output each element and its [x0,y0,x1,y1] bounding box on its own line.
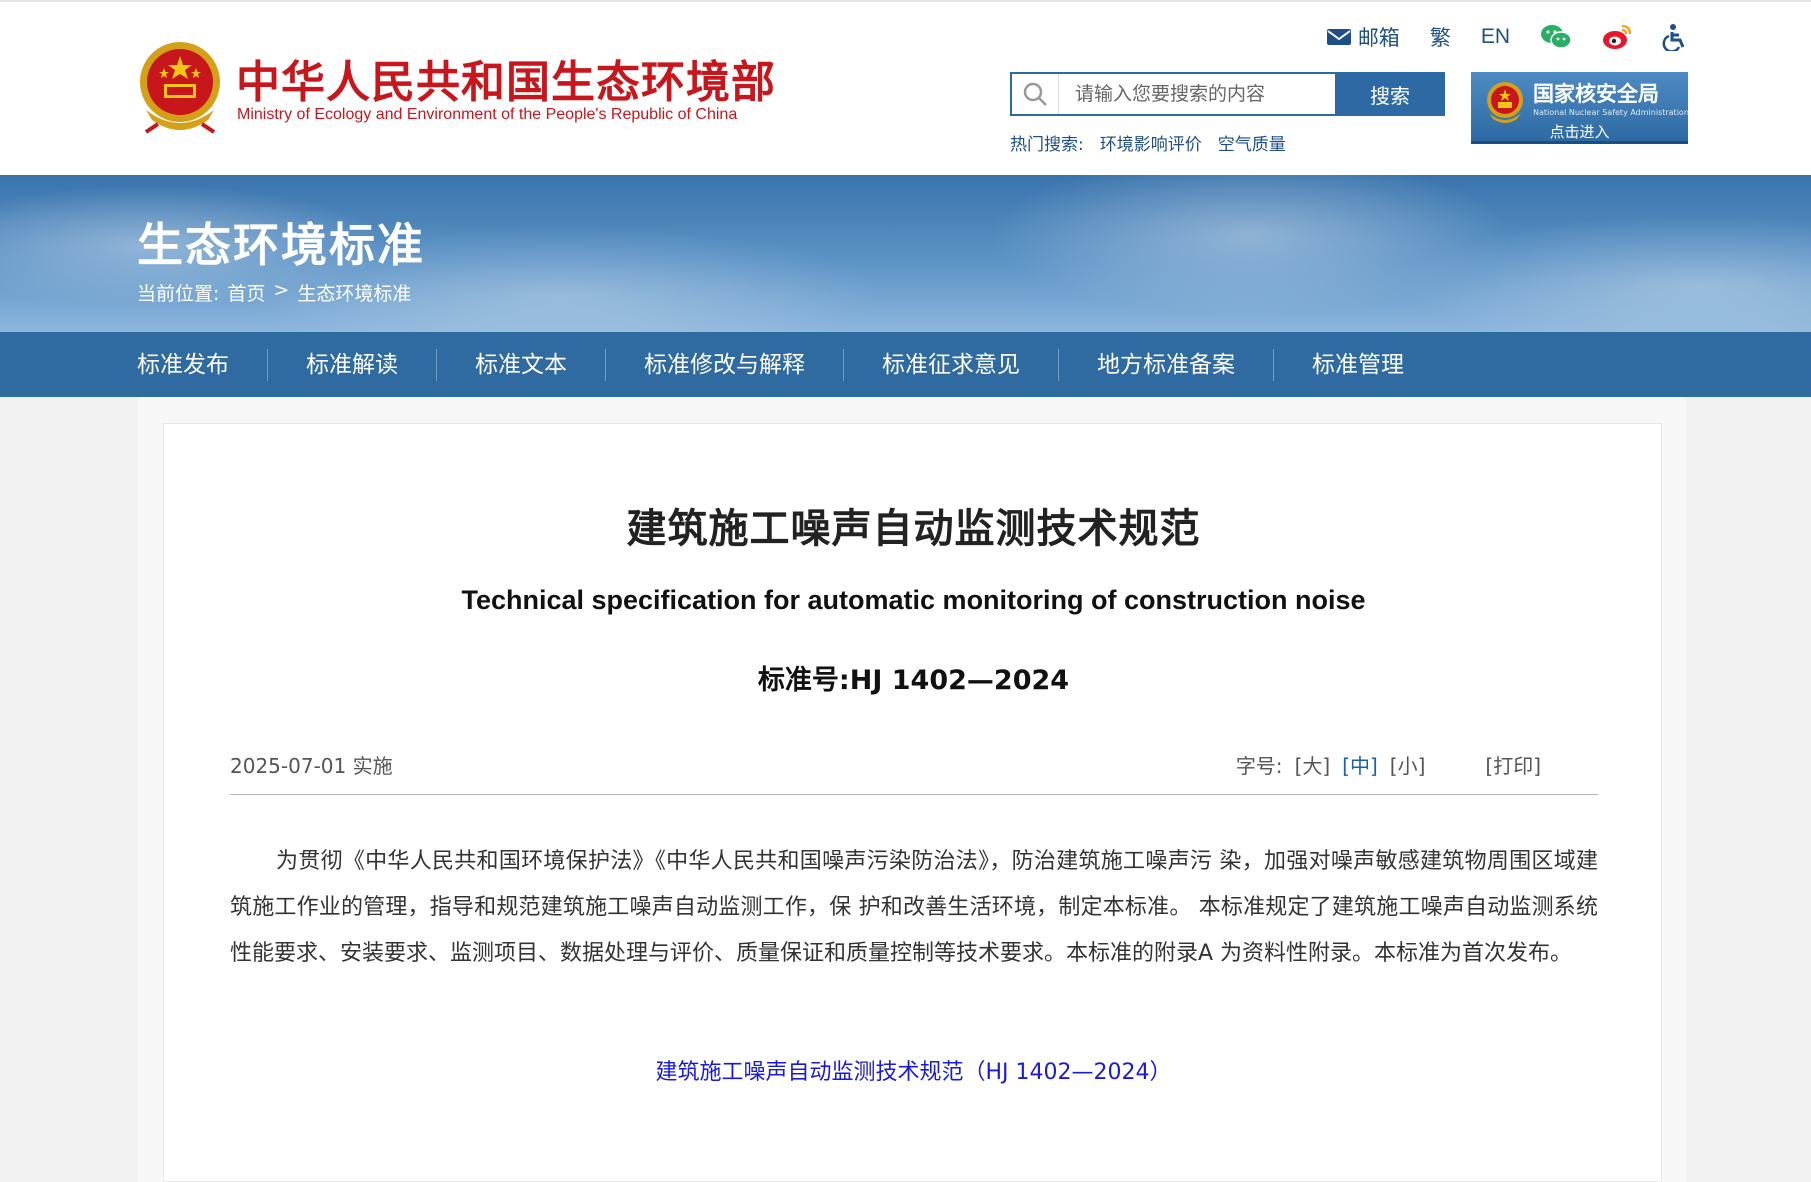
nav-item-standard-management[interactable]: 标准管理 [1273,348,1442,381]
effective-date: 2025-07-01 实施 [230,754,393,778]
nav-item-local-standard-filing[interactable]: 地方标准备案 [1058,348,1273,381]
section-title: 生态环境标准 [137,218,425,272]
national-emblem-icon[interactable] [136,40,224,134]
attachment-link[interactable]: 建筑施工噪声自动监测技术规范（HJ 1402—2024） [164,1054,1663,1086]
search-icon [1012,74,1059,114]
nnsa-subtitle: National Nuclear Safety Administration [1533,108,1689,117]
breadcrumb-label: 当前位置: [137,283,220,305]
article-title: 建筑施工噪声自动监测技术规范 [626,506,1201,552]
mail-icon [1326,29,1351,45]
breadcrumb-separator: > [273,279,290,301]
nnsa-enter-label: 点击进入 [1549,123,1610,141]
font-size-medium-button[interactable]: [中] [1342,750,1378,779]
hot-search: 热门搜索: 环境影响评价 空气质量 [1010,130,1286,155]
section-banner: 生态环境标准 当前位置: 首页 > 生态环境标准 [0,175,1811,332]
hot-search-label: 热门搜索: [1010,135,1084,155]
nav-item-standard-text[interactable]: 标准文本 [436,348,605,381]
nav-item-standard-amendment[interactable]: 标准修改与解释 [605,348,843,381]
weibo-icon[interactable] [1602,23,1632,51]
accessibility-icon[interactable] [1662,23,1688,51]
article-card: 建筑施工噪声自动监测技术规范 Technical specification f… [163,423,1662,1182]
search-box [1010,72,1335,116]
wechat-icon[interactable] [1540,23,1572,51]
font-size-large-button[interactable]: [大] [1295,750,1331,779]
main-nav: 标准发布 标准解读 标准文本 标准修改与解释 标准征求意见 地方标准备案 标准管… [0,332,1811,397]
search-button[interactable]: 搜索 [1335,72,1445,116]
mail-link[interactable]: 邮箱 [1326,22,1400,52]
breadcrumb: 当前位置: 首页 > 生态环境标准 [137,279,411,306]
nav-item-standard-release[interactable]: 标准发布 [137,349,267,381]
breadcrumb-home[interactable]: 首页 [227,279,265,306]
traditional-chinese-link[interactable]: 繁 [1430,22,1451,52]
nnsa-emblem-icon [1487,82,1523,123]
font-size-controls: 字号: [大] [中] [小] [打印] [1236,750,1541,779]
hot-search-item[interactable]: 环境影响评价 [1100,130,1202,155]
article-subtitle: Technical specification for automatic mo… [461,585,1366,615]
site-logo-title[interactable]: 中华人民共和国生态环境部 [236,46,776,110]
nav-item-standard-consultation[interactable]: 标准征求意见 [843,348,1058,381]
site-logo-subtitle[interactable]: Ministry of Ecology and Environment of t… [237,106,737,124]
article-body: 为贯彻《中华人民共和国环境保护法》《中华人民共和国噪声污染防治法》，防治建筑施工… [230,849,1598,966]
nav-item-standard-interpretation[interactable]: 标准解读 [267,348,436,381]
english-link[interactable]: EN [1481,25,1510,49]
search-input[interactable] [1059,74,1335,114]
nnsa-title: 国家核安全局 [1533,82,1659,106]
header-toolbar: 邮箱 繁 EN [1326,20,1688,54]
hot-search-item[interactable]: 空气质量 [1218,130,1286,155]
print-button[interactable]: [打印] [1485,750,1541,779]
site-header: 中华人民共和国生态环境部 Ministry of Ecology and Env… [0,0,1811,175]
divider [230,794,1598,795]
font-size-small-button[interactable]: [小] [1390,750,1426,779]
mail-label: 邮箱 [1357,26,1400,50]
font-size-label: 字号: [1235,754,1283,778]
nnsa-entry-button[interactable]: 国家核安全局 National Nuclear Safety Administr… [1471,72,1689,144]
standard-number: 标准号:HJ 1402—2024 [757,665,1070,696]
breadcrumb-current[interactable]: 生态环境标准 [297,279,411,306]
